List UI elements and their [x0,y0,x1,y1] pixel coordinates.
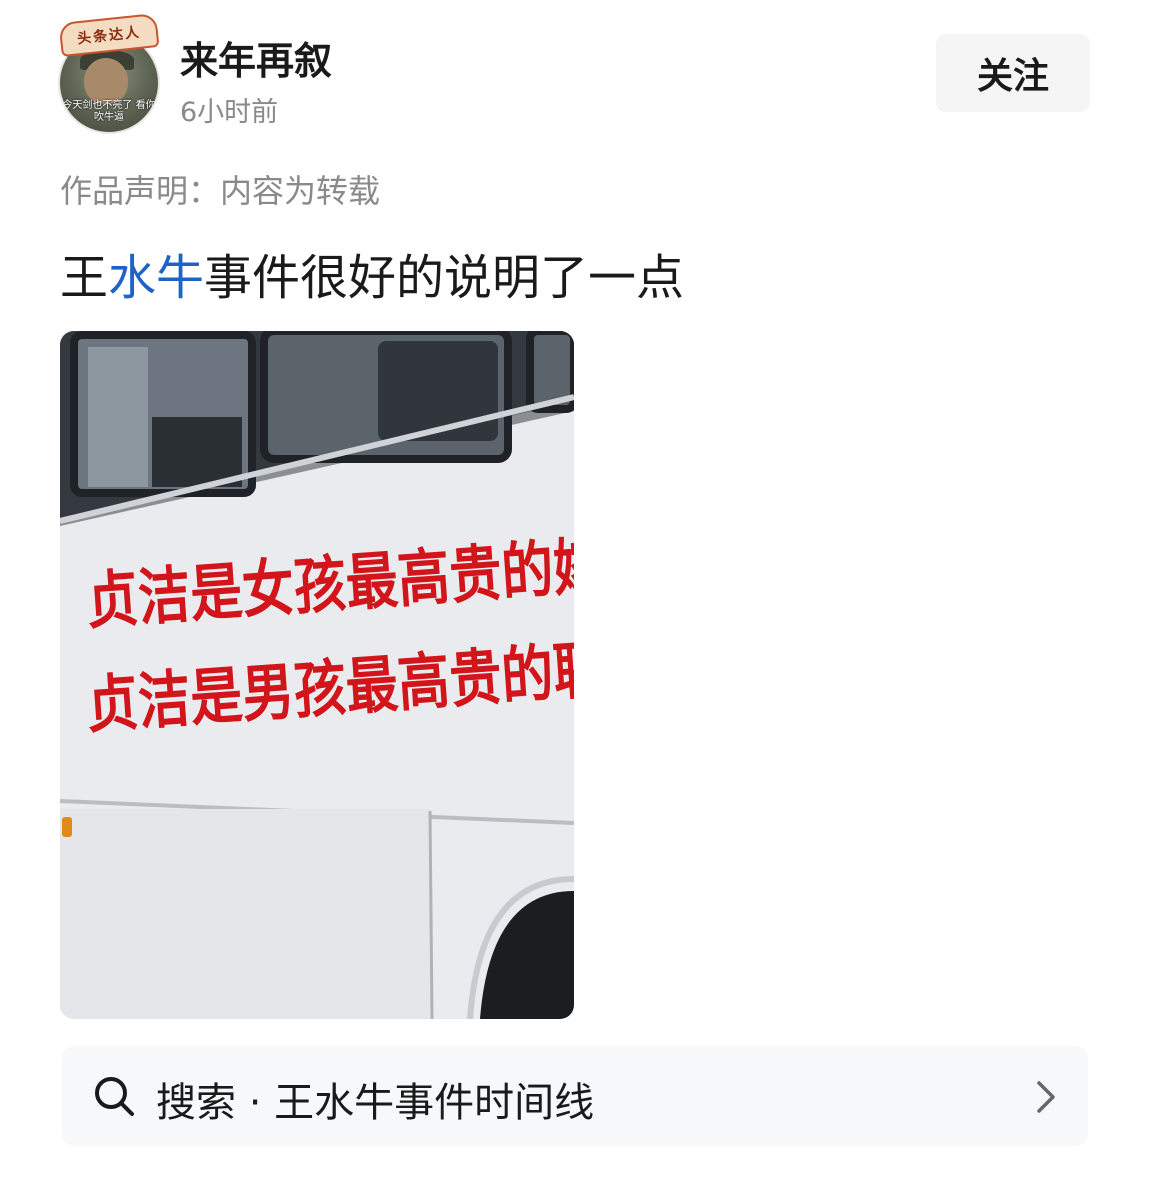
chevron-right-icon [1037,1081,1055,1113]
related-search-bar[interactable]: 搜索 · 王水牛事件时间线 [62,1046,1088,1146]
topic-link[interactable]: 水牛 [108,250,204,306]
follow-button[interactable]: 关注 [936,34,1090,112]
post-image[interactable]: 贞洁是女孩最高贵的嫁 贞洁是男孩最高贵的聘 [60,331,574,1019]
avatar-caption: 今天剑也不亮了 看你吹牛逼 [62,100,156,123]
content-declaration: 作品声明：内容为转载 [60,172,381,210]
author-name[interactable]: 来年再叙 [180,30,332,85]
search-icon [95,1077,134,1116]
post-title: 王水牛事件很好的说明了一点 [60,238,684,308]
post-title-prefix: 王 [60,250,109,306]
post-title-rest: 事件很好的说明了一点 [204,250,685,306]
avatar-face [84,58,128,104]
search-query-text: 搜索 · 王水牛事件时间线 [156,1080,595,1126]
bus-photo: 贞洁是女孩最高贵的嫁 贞洁是男孩最高贵的聘 [60,331,574,1019]
post-header: 今天剑也不亮了 看你吹牛逼 头条达人 来年再叙 6小时前 关注 [0,0,1152,150]
post-time: 6小时前 [180,97,279,128]
